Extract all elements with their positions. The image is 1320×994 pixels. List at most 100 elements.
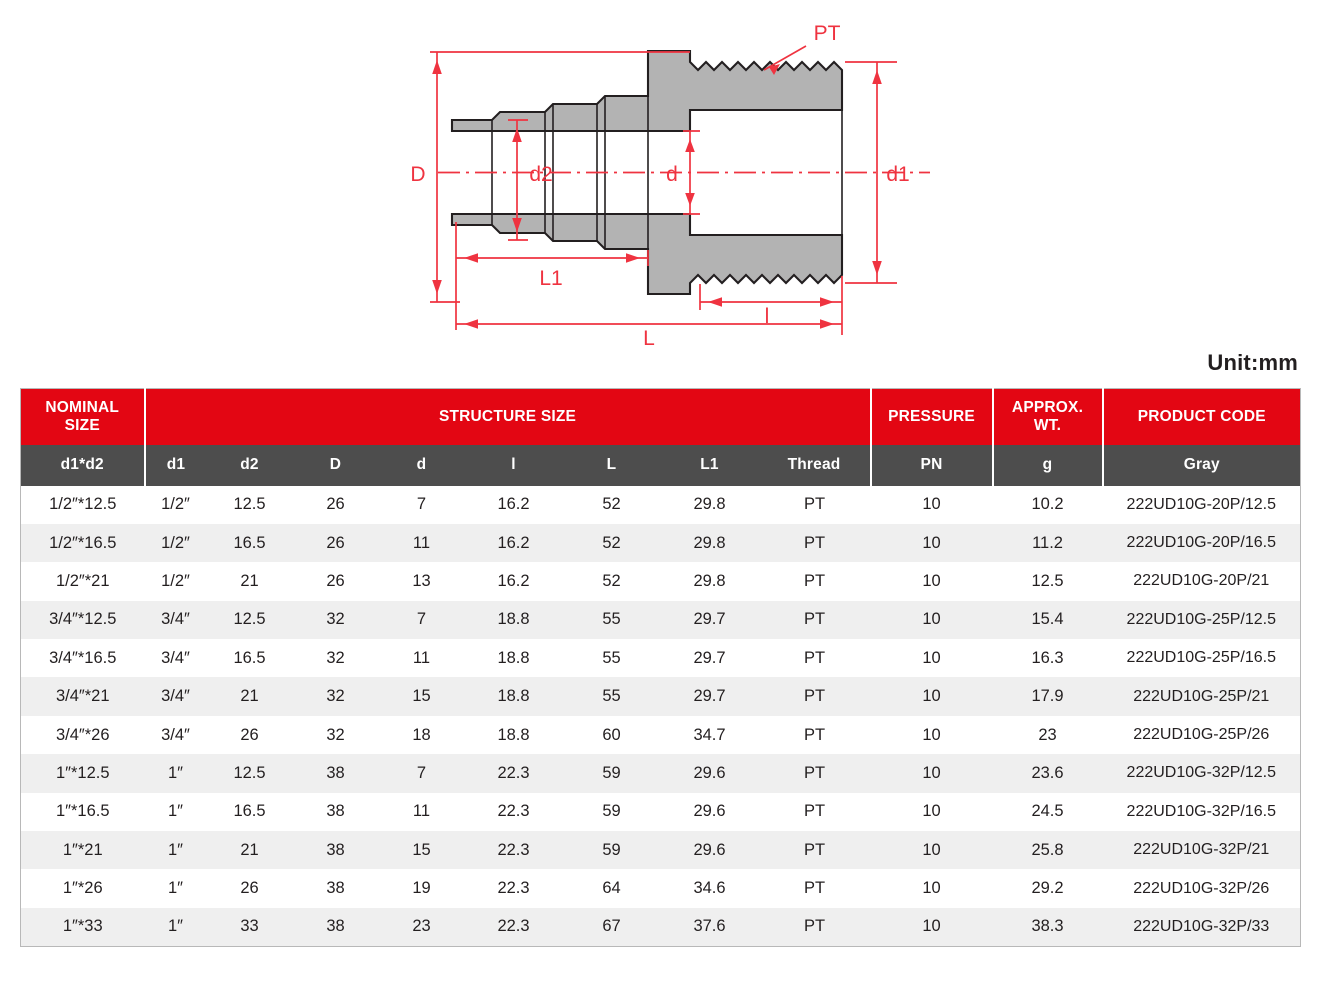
- table-cell: 55: [562, 677, 661, 716]
- table-cell: 29.7: [660, 600, 759, 640]
- label-d2: d2: [529, 163, 552, 186]
- table-cell: PT: [758, 792, 871, 832]
- table-cell: 64: [562, 869, 661, 908]
- label-D: D: [410, 163, 425, 186]
- table-cell: 10: [870, 639, 993, 678]
- cell-product-code: 222UD10G-32P/16.5: [1102, 792, 1301, 832]
- table-cell: 16.2: [464, 523, 563, 563]
- table-cell: 1″*12.5: [20, 754, 145, 793]
- table-cell: 16.3: [992, 639, 1103, 678]
- table-cell: 3/4″*16.5: [20, 639, 145, 678]
- table-cell: 3/4″*12.5: [20, 600, 145, 640]
- table-cell: 38: [292, 831, 379, 870]
- table-cell: 38: [292, 754, 379, 793]
- table-cell: PT: [758, 523, 871, 563]
- table-row: 3/4″*12.5 3/4″ 12.5 32 7 18.8 55 29.7 PT 10 15.4 22…: [20, 600, 1301, 640]
- table-cell: PT: [758, 485, 871, 524]
- table-cell: 12.5: [206, 600, 293, 640]
- cell-product-code: 222UD10G-25P/12.5: [1102, 600, 1301, 640]
- table-cell: 10: [870, 715, 993, 755]
- table-cell: PT: [758, 715, 871, 755]
- table-cell: 59: [562, 754, 661, 793]
- table-cell: 29.6: [660, 831, 759, 870]
- table-cell: 26: [206, 869, 293, 908]
- table-cell: 10: [870, 677, 993, 716]
- table-cell: 67: [562, 907, 661, 947]
- group-header-nominal-size: NOMINAL SIZE: [20, 388, 145, 445]
- table-cell: 3/4″: [144, 715, 207, 755]
- table-cell: 1″*26: [20, 869, 145, 908]
- table-cell: 29.8: [660, 485, 759, 524]
- fitting-cross-section-svg: D d2 d d1 L1 L l PT: [410, 22, 930, 345]
- table-cell: 59: [562, 831, 661, 870]
- table-cell: 29.6: [660, 754, 759, 793]
- table-cell: 26: [206, 715, 293, 755]
- label-d: d: [666, 163, 678, 186]
- table-cell: 52: [562, 562, 661, 601]
- table-header-group-row: NOMINAL SIZE STRUCTURE SIZE PRESSURE APP…: [20, 388, 1301, 445]
- table-cell: 21: [206, 677, 293, 716]
- table-cell: 1/2″*21: [20, 562, 145, 601]
- table-cell: PT: [758, 639, 871, 678]
- table-cell: 29.2: [992, 869, 1103, 908]
- group-header-approx-wt: APPROX. WT.: [991, 388, 1103, 445]
- table-cell: PT: [758, 831, 871, 870]
- cell-product-code: 222UD10G-25P/26: [1102, 715, 1301, 755]
- column-header-d1: d1: [143, 444, 207, 486]
- table-cell: 52: [562, 485, 661, 524]
- table-cell: 1″: [144, 792, 207, 832]
- table-row: 1″*33 1″ 33 38 23 22.3 67 37.6 PT 10 38.3 222UD10G-…: [20, 907, 1301, 947]
- table-cell: 38: [292, 869, 379, 908]
- column-header-D: D: [292, 444, 379, 486]
- table-cell: 18.8: [464, 600, 563, 640]
- table-cell: 10: [870, 485, 993, 524]
- group-header-nominal-size-line1: NOMINAL: [45, 399, 120, 417]
- group-header-pressure: PRESSURE: [869, 388, 993, 445]
- table-cell: 11: [378, 523, 465, 563]
- table-body: 1/2″*12.5 1/2″ 12.5 26 7 16.2 52 29.8 PT 10 10.2 22…: [20, 485, 1301, 947]
- table-cell: 22.3: [464, 831, 563, 870]
- group-header-product-code: PRODUCT CODE: [1101, 388, 1301, 445]
- table-cell: 7: [378, 754, 465, 793]
- table-cell: 52: [562, 523, 661, 563]
- column-header-d: d: [378, 444, 465, 486]
- table-cell: 15: [378, 677, 465, 716]
- label-L1: L1: [539, 267, 562, 290]
- table-cell: 29.6: [660, 792, 759, 832]
- table-cell: 1/2″*16.5: [20, 523, 145, 563]
- table-cell: 29.8: [660, 523, 759, 563]
- table-cell: 1″*21: [20, 831, 145, 870]
- table-row: 3/4″*21 3/4″ 21 32 15 18.8 55 29.7 PT 10 17.9 222UD…: [20, 677, 1301, 716]
- table-cell: 7: [378, 485, 465, 524]
- table-cell: 38.3: [992, 907, 1103, 947]
- table-cell: 25.8: [992, 831, 1103, 870]
- table-cell: 60: [562, 715, 661, 755]
- table-cell: 23: [992, 715, 1103, 755]
- table-cell: 1″: [144, 831, 207, 870]
- table-cell: 26: [292, 523, 379, 563]
- table-cell: 16.5: [206, 523, 293, 563]
- table-cell: 11.2: [992, 523, 1103, 563]
- table-cell: PT: [758, 907, 871, 947]
- table-cell: 3/4″*21: [20, 677, 145, 716]
- column-header-d1xd2: d1*d2: [20, 444, 145, 486]
- table-cell: 3/4″: [144, 677, 207, 716]
- table-cell: 32: [292, 600, 379, 640]
- table-cell: 55: [562, 600, 661, 640]
- column-header-L1: L1: [660, 444, 759, 486]
- table-cell: 1″: [144, 869, 207, 908]
- label-L: L: [643, 327, 655, 345]
- group-header-nominal-size-line2: SIZE: [64, 416, 100, 434]
- table-cell: 22.3: [464, 869, 563, 908]
- table-cell: 29.7: [660, 677, 759, 716]
- table-cell: 55: [562, 639, 661, 678]
- cell-product-code: 222UD10G-32P/33: [1102, 907, 1301, 947]
- table-cell: 16.5: [206, 792, 293, 832]
- table-cell: 10.2: [992, 485, 1103, 524]
- table-cell: PT: [758, 754, 871, 793]
- column-header-gray: Gray: [1101, 444, 1301, 486]
- label-l: l: [765, 305, 770, 328]
- group-header-approx-wt-line1: APPROX.: [1011, 399, 1084, 417]
- table-cell: 10: [870, 907, 993, 947]
- column-header-pn: PN: [869, 444, 993, 486]
